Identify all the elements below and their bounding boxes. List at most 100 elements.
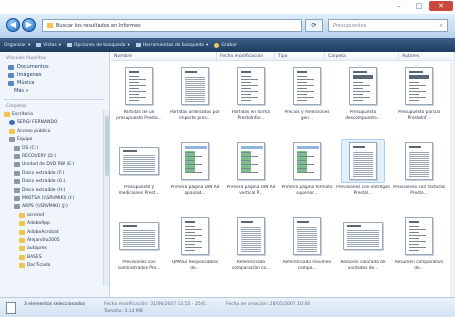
file-item[interactable]: Referenciado resumen compa... bbox=[279, 212, 335, 290]
file-item[interactable]: Primera página DIN A4 apaisad... bbox=[167, 137, 223, 215]
table-preview bbox=[185, 76, 205, 102]
file-item[interactable]: Precios y mediciones gen... bbox=[279, 62, 335, 140]
tree-item[interactable]: AdobeAcrobat bbox=[0, 229, 103, 236]
file-item[interactable]: Presupuesto descompuesto... bbox=[335, 62, 391, 140]
file-item[interactable]: Partidas ordenadas por importe pres... bbox=[167, 62, 223, 140]
tree-item[interactable]: MIKITSA (\\SRVMIKI) (I:) bbox=[0, 195, 103, 202]
tree-item[interactable]: Disco extraíble (F:) bbox=[0, 170, 103, 177]
tree-item-label: MIKITSA (\\SRVMIKI) (I:) bbox=[22, 196, 75, 201]
tree-item[interactable]: SERGI FERNANDO bbox=[0, 119, 103, 126]
back-button[interactable]: ◀ bbox=[6, 18, 20, 32]
column-folder[interactable]: Carpeta bbox=[325, 52, 399, 61]
tree-item-label: RECOVERY (D:) bbox=[22, 154, 57, 159]
tree-item[interactable]: Acceso público bbox=[0, 128, 103, 135]
tree-item[interactable]: AdobeApp bbox=[0, 220, 103, 227]
views-menu[interactable]: Vistas ▾ bbox=[36, 43, 61, 48]
tree-item[interactable]: Alejandro2005 bbox=[0, 237, 103, 244]
tree-item[interactable]: Disco extraíble (G:) bbox=[0, 178, 103, 185]
favorite-music[interactable]: Música bbox=[0, 79, 109, 87]
file-item[interactable]: Partidas de un presupuesto Presto... bbox=[111, 62, 167, 140]
text-line bbox=[353, 100, 363, 101]
favorite-pictures[interactable]: Imágenes bbox=[0, 71, 109, 79]
file-item[interactable]: Previsiones con facturas Presto... bbox=[391, 137, 447, 215]
file-thumbnail bbox=[117, 214, 161, 258]
text-line bbox=[241, 88, 251, 89]
tree-item[interactable]: DocTicada bbox=[0, 262, 103, 269]
drive-icon bbox=[14, 145, 20, 151]
tree-item-label: Disco extraíble (F:) bbox=[22, 170, 65, 176]
text-line bbox=[185, 168, 195, 169]
refresh-button[interactable]: ⟳ bbox=[305, 19, 323, 32]
page-block bbox=[409, 146, 421, 148]
folder-search-icon bbox=[47, 23, 53, 28]
search-input[interactable]: Presupuestos ⌕ bbox=[328, 19, 448, 32]
file-item[interactable]: Primera página DIN A4 vertical P... bbox=[223, 137, 279, 215]
file-item[interactable]: Presupuesto parcial PrestoInf... bbox=[391, 62, 447, 140]
explorer-window: – □ ✕ ◀ ▶ Buscar los resultados en Infor… bbox=[0, 0, 455, 317]
file-item[interactable]: Previsiones con suministrados Pre... bbox=[111, 212, 167, 290]
file-item[interactable]: Resumen comparativo de... bbox=[391, 212, 447, 290]
document-preview-icon bbox=[181, 142, 209, 180]
text-line bbox=[185, 235, 202, 236]
nav-scrollbar[interactable] bbox=[103, 110, 109, 286]
text-line bbox=[241, 156, 258, 157]
column-date-modified[interactable]: Fecha modificación bbox=[217, 52, 275, 61]
tree-item[interactable]: autopres bbox=[0, 245, 103, 252]
tree-item-label: SERGI FERNANDO bbox=[17, 120, 58, 126]
text-line bbox=[241, 152, 251, 153]
file-item[interactable]: Referenciado comparación co... bbox=[223, 212, 279, 290]
file-name: Resumen comparativo de... bbox=[394, 260, 444, 271]
burn-button[interactable]: Grabar bbox=[214, 42, 237, 48]
tree-item[interactable]: Unidad de DVD RW (E:) bbox=[0, 161, 103, 168]
file-name: Primera página DIN A4 vertical P... bbox=[226, 185, 276, 196]
file-item[interactable]: Previsiones con entregas Prestol... bbox=[335, 137, 391, 215]
drive-icon bbox=[14, 162, 20, 168]
file-name: Precios y mediciones gen... bbox=[284, 110, 330, 121]
text-line bbox=[129, 94, 139, 95]
minimize-button[interactable]: – bbox=[389, 1, 409, 11]
tree-item-label: Disco extraíble (G:) bbox=[22, 179, 66, 185]
text-line bbox=[297, 85, 314, 86]
search-tools-menu[interactable]: Herramientas de búsqueda ▾ bbox=[135, 43, 208, 48]
folders-header[interactable]: Carpetas bbox=[0, 104, 109, 111]
tree-item[interactable]: acrored bbox=[0, 212, 103, 219]
tree-item[interactable]: Disco extraíble (H:) bbox=[0, 187, 103, 194]
file-thumbnail bbox=[285, 214, 329, 258]
tree-item[interactable]: OS (C:) bbox=[0, 145, 103, 152]
maximize-button[interactable]: □ bbox=[409, 1, 429, 11]
tree-item[interactable]: BASES bbox=[0, 254, 103, 261]
column-name[interactable]: Nombre bbox=[111, 52, 217, 61]
scroll-thumb[interactable] bbox=[105, 116, 109, 176]
file-item[interactable]: Partidas en forma PrestoInfor... bbox=[223, 62, 279, 140]
tree-item[interactable]: ARPS (\\SRVMIKI) (J:) bbox=[0, 203, 103, 210]
file-item[interactable]: Relación valorada de unidades de... bbox=[335, 212, 391, 290]
text-line bbox=[409, 244, 419, 245]
organize-menu[interactable]: Organizar ▾ bbox=[4, 43, 30, 48]
page-block bbox=[297, 221, 309, 223]
folder-icon bbox=[4, 112, 10, 117]
column-headers: Nombre Fecha modificación Tipo Carpeta A… bbox=[111, 52, 455, 61]
column-type[interactable]: Tipo bbox=[275, 52, 325, 61]
file-item[interactable]: Primera página formato superior... bbox=[279, 137, 335, 215]
favorite-documents[interactable]: Documentos bbox=[0, 63, 109, 71]
file-item[interactable]: Presupuesto y mediciones Prest... bbox=[111, 137, 167, 215]
forward-button[interactable]: ▶ bbox=[22, 18, 36, 32]
text-line bbox=[353, 97, 370, 98]
favorites-more-link[interactable]: Más » bbox=[0, 87, 109, 95]
tree-item[interactable]: Escritorio bbox=[0, 111, 103, 118]
breadcrumb[interactable]: Buscar los resultados en Informes bbox=[56, 23, 141, 29]
column-authors[interactable]: Autores bbox=[399, 52, 455, 61]
tree-item-label: Acceso público bbox=[17, 128, 51, 134]
file-item[interactable]: QMAS2 Responsables de... bbox=[167, 212, 223, 290]
address-field[interactable]: Buscar los resultados en Informes bbox=[42, 19, 302, 32]
modified-date: Fecha modificación: 31/06/2007 11:55 - 2… bbox=[104, 302, 210, 307]
close-button[interactable]: ✕ bbox=[429, 1, 453, 11]
text-line bbox=[129, 82, 139, 83]
results-scrollbar[interactable] bbox=[450, 62, 455, 297]
text-line bbox=[409, 91, 426, 92]
tree-item[interactable]: RECOVERY (D:) bbox=[0, 153, 103, 160]
title-bar: – □ ✕ bbox=[0, 0, 455, 14]
tree-item[interactable]: Equipo bbox=[0, 136, 103, 143]
text-line bbox=[297, 160, 307, 161]
search-options-menu[interactable]: Opciones de búsqueda ▾ bbox=[66, 43, 130, 48]
